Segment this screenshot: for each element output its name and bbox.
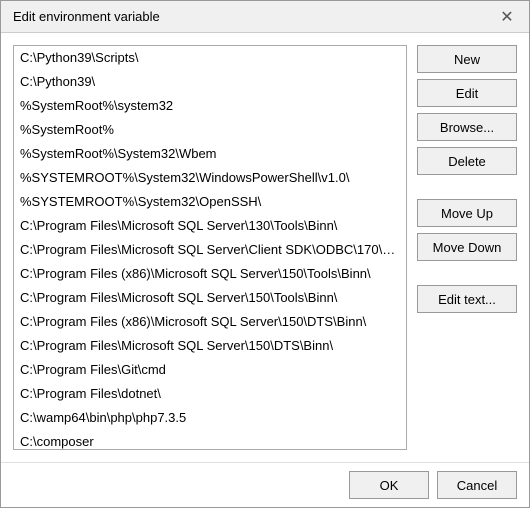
spacer-2 bbox=[417, 267, 517, 279]
list-item[interactable]: %SystemRoot% bbox=[14, 118, 406, 142]
list-item[interactable]: C:\Program Files (x86)\Microsoft SQL Ser… bbox=[14, 262, 406, 286]
edit-button[interactable]: Edit bbox=[417, 79, 517, 107]
list-item[interactable]: C:\Program Files\Microsoft SQL Server\Cl… bbox=[14, 238, 406, 262]
list-item[interactable]: %SYSTEMROOT%\System32\WindowsPowerShell\… bbox=[14, 166, 406, 190]
list-item[interactable]: C:\Program Files\Git\cmd bbox=[14, 358, 406, 382]
list-item[interactable]: C:\Program Files (x86)\Microsoft SQL Ser… bbox=[14, 310, 406, 334]
ok-button[interactable]: OK bbox=[349, 471, 429, 499]
list-item[interactable]: %SystemRoot%\System32\Wbem bbox=[14, 142, 406, 166]
dialog-title: Edit environment variable bbox=[13, 9, 160, 24]
new-button[interactable]: New bbox=[417, 45, 517, 73]
list-item[interactable]: %SystemRoot%\system32 bbox=[14, 94, 406, 118]
delete-button[interactable]: Delete bbox=[417, 147, 517, 175]
edit-text-button[interactable]: Edit text... bbox=[417, 285, 517, 313]
list-item[interactable]: C:\Program Files\Microsoft SQL Server\13… bbox=[14, 214, 406, 238]
close-button[interactable]: ✕ bbox=[497, 7, 517, 27]
list-item[interactable]: C:\Python39\ bbox=[14, 70, 406, 94]
dialog-content: C:\Python39\Scripts\C:\Python39\%SystemR… bbox=[1, 33, 529, 462]
title-bar: Edit environment variable ✕ bbox=[1, 1, 529, 33]
list-item[interactable]: C:\Program Files\Microsoft SQL Server\15… bbox=[14, 286, 406, 310]
spacer-1 bbox=[417, 181, 517, 193]
list-item[interactable]: %SYSTEMROOT%\System32\OpenSSH\ bbox=[14, 190, 406, 214]
edit-env-variable-dialog: Edit environment variable ✕ C:\Python39\… bbox=[0, 0, 530, 508]
list-item[interactable]: C:\Program Files\dotnet\ bbox=[14, 382, 406, 406]
list-item[interactable]: C:\Program Files\Microsoft SQL Server\15… bbox=[14, 334, 406, 358]
buttons-panel: New Edit Browse... Delete Move Up Move D… bbox=[417, 45, 517, 450]
list-item[interactable]: C:\wamp64\bin\php\php7.3.5 bbox=[14, 406, 406, 430]
dialog-footer: OK Cancel bbox=[1, 462, 529, 507]
env-variable-list[interactable]: C:\Python39\Scripts\C:\Python39\%SystemR… bbox=[13, 45, 407, 450]
browse-button[interactable]: Browse... bbox=[417, 113, 517, 141]
list-item[interactable]: C:\composer bbox=[14, 430, 406, 450]
move-down-button[interactable]: Move Down bbox=[417, 233, 517, 261]
move-up-button[interactable]: Move Up bbox=[417, 199, 517, 227]
cancel-button[interactable]: Cancel bbox=[437, 471, 517, 499]
list-item[interactable]: C:\Python39\Scripts\ bbox=[14, 46, 406, 70]
